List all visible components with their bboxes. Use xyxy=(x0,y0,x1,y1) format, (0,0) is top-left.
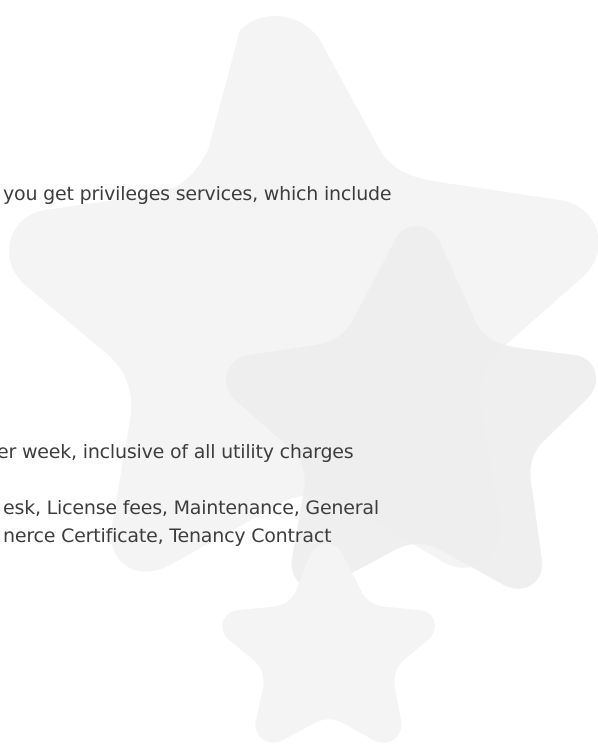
page: you get privileges services, which inclu… xyxy=(0,0,598,755)
privileges-services-text: you get privileges services, which inclu… xyxy=(3,183,392,205)
included-services-text: esk, License fees, Maintenance, General xyxy=(3,497,379,519)
certificates-text: nerce Certificate, Tenancy Contract xyxy=(3,525,332,547)
weekly-charges-text: er week, inclusive of all utility charge… xyxy=(0,441,354,463)
decorative-stars-background xyxy=(9,16,598,743)
small-star-shape xyxy=(222,543,435,743)
